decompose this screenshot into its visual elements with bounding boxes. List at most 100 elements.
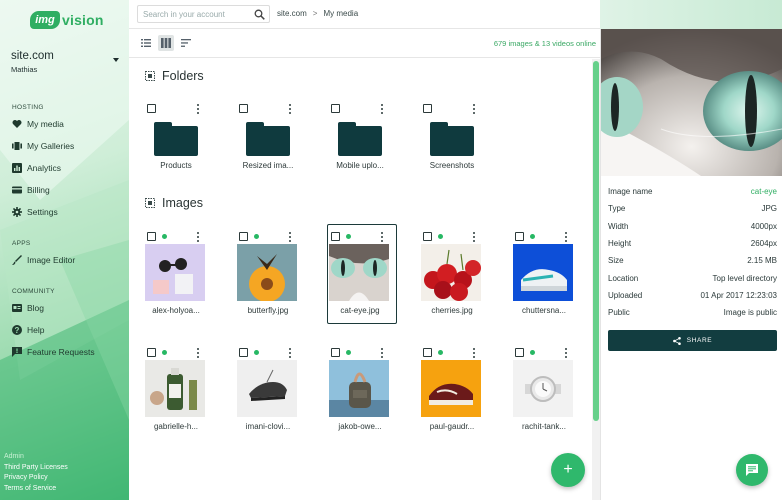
list-view-button[interactable] [138, 35, 154, 51]
image-checkbox[interactable] [515, 232, 524, 241]
image-thumbnail[interactable] [237, 244, 297, 301]
terms-of-service-link[interactable]: Terms of Service [4, 484, 68, 495]
folder-checkbox[interactable] [239, 104, 248, 113]
image-checkbox[interactable] [331, 232, 340, 241]
public-status-dot [530, 350, 535, 355]
breadcrumb-root[interactable]: site.com [277, 9, 307, 18]
third-party-licenses-link[interactable]: Third Party Licenses [4, 463, 68, 474]
more-options-icon[interactable] [380, 232, 384, 242]
more-options-icon[interactable] [472, 232, 476, 242]
top-bar-right-strip [600, 0, 782, 29]
folder-name[interactable]: Products [140, 161, 212, 170]
account-switcher[interactable]: site.com Mathias [11, 50, 121, 74]
image-name[interactable]: rachit-tank... [508, 422, 580, 431]
admin-link[interactable]: Admin [4, 452, 68, 463]
search-input[interactable] [138, 6, 248, 22]
chat-button[interactable] [736, 454, 768, 486]
breadcrumb: site.com > My media [277, 9, 358, 18]
image-thumbnail[interactable] [329, 360, 389, 417]
nav-section-community: COMMUNITY [12, 288, 55, 295]
more-options-icon[interactable] [564, 232, 568, 242]
nav-item-billing[interactable]: Billing [12, 185, 50, 195]
image-name[interactable]: paul-gaudr... [416, 422, 488, 431]
gear-icon [12, 207, 22, 217]
folder-icon[interactable] [430, 122, 476, 156]
property-row: Width 4000px [608, 218, 777, 235]
nav-item-my-media[interactable]: My media [12, 119, 64, 129]
image-thumbnail[interactable] [237, 360, 297, 417]
image-thumbnail[interactable] [513, 360, 573, 417]
nav-item-label: Blog [27, 303, 45, 313]
nav-item-help[interactable]: ? Help [12, 325, 44, 335]
image-checkbox[interactable] [423, 348, 432, 357]
more-options-icon[interactable] [564, 348, 568, 358]
folder-checkbox[interactable] [423, 104, 432, 113]
image-checkbox[interactable] [239, 232, 248, 241]
image-name[interactable]: cherries.jpg [416, 306, 488, 315]
search-icon[interactable] [254, 9, 265, 20]
nav-item-settings[interactable]: Settings [12, 207, 58, 217]
select-all-folders-icon[interactable] [145, 71, 155, 81]
image-thumbnail[interactable] [145, 360, 205, 417]
image-thumbnail[interactable] [421, 244, 481, 301]
nav-item-my-galleries[interactable]: My Galleries [12, 141, 74, 151]
folder-checkbox[interactable] [331, 104, 340, 113]
site-name: site.com [11, 50, 54, 62]
privacy-policy-link[interactable]: Privacy Policy [4, 473, 68, 484]
more-options-icon[interactable] [196, 348, 200, 358]
public-status-dot [438, 234, 443, 239]
property-row: Uploaded 01 Apr 2017 12:23:03 [608, 287, 777, 304]
sort-button[interactable] [178, 35, 194, 51]
nav-item-image-editor[interactable]: Image Editor [12, 255, 75, 265]
more-options-icon[interactable] [288, 232, 292, 242]
image-name[interactable]: gabrielle-h... [140, 422, 212, 431]
folder-name[interactable]: Screenshots [416, 161, 488, 170]
logo-vision-text: vision [62, 12, 104, 28]
image-thumbnail[interactable] [513, 244, 573, 301]
image-name[interactable]: alex-holyoa... [140, 306, 212, 315]
select-all-images-icon[interactable] [145, 198, 155, 208]
image-checkbox[interactable] [331, 348, 340, 357]
more-options-icon[interactable] [472, 104, 476, 114]
folder-icon[interactable] [246, 122, 292, 156]
grid-view-button[interactable] [158, 35, 174, 51]
folder-icon[interactable] [338, 122, 384, 156]
image-name[interactable]: imani-clovi... [232, 422, 304, 431]
main-scrollbar[interactable] [592, 59, 600, 500]
image-checkbox[interactable] [423, 232, 432, 241]
image-thumbnail[interactable] [145, 244, 205, 301]
imgvision-logo[interactable]: img vision [30, 8, 103, 34]
image-name[interactable]: cat-eye.jpg [324, 306, 396, 315]
nav-item-label: Image Editor [27, 255, 76, 265]
image-name[interactable]: butterfly.jpg [232, 306, 304, 315]
image-name[interactable]: jakob-owe... [324, 422, 396, 431]
image-name[interactable]: chuttersna... [508, 306, 580, 315]
image-checkbox[interactable] [147, 232, 156, 241]
folder-checkbox[interactable] [147, 104, 156, 113]
nav-item-feature-requests[interactable]: Feature Requests [12, 347, 95, 357]
more-options-icon[interactable] [196, 104, 200, 114]
add-media-button[interactable]: + [551, 453, 585, 487]
search-box[interactable] [137, 5, 270, 23]
top-bar: site.com > My media [129, 0, 600, 29]
image-checkbox[interactable] [515, 348, 524, 357]
folder-icon[interactable] [154, 122, 200, 156]
image-checkbox[interactable] [147, 348, 156, 357]
share-button[interactable]: SHARE [608, 330, 777, 351]
public-status-dot [346, 350, 351, 355]
more-options-icon[interactable] [380, 348, 384, 358]
image-thumbnail[interactable] [421, 360, 481, 417]
image-checkbox[interactable] [239, 348, 248, 357]
nav-item-analytics[interactable]: Analytics [12, 163, 61, 173]
more-options-icon[interactable] [472, 348, 476, 358]
more-options-icon[interactable] [196, 232, 200, 242]
image-thumbnail[interactable] [329, 244, 389, 301]
folder-name[interactable]: Mobile uplo... [324, 161, 396, 170]
folder-name[interactable]: Resized ima... [232, 161, 304, 170]
nav-item-blog[interactable]: Blog [12, 303, 44, 313]
scrollbar-thumb[interactable] [593, 61, 599, 421]
more-options-icon[interactable] [380, 104, 384, 114]
more-options-icon[interactable] [288, 348, 292, 358]
images-heading: Images [162, 196, 203, 210]
more-options-icon[interactable] [288, 104, 292, 114]
